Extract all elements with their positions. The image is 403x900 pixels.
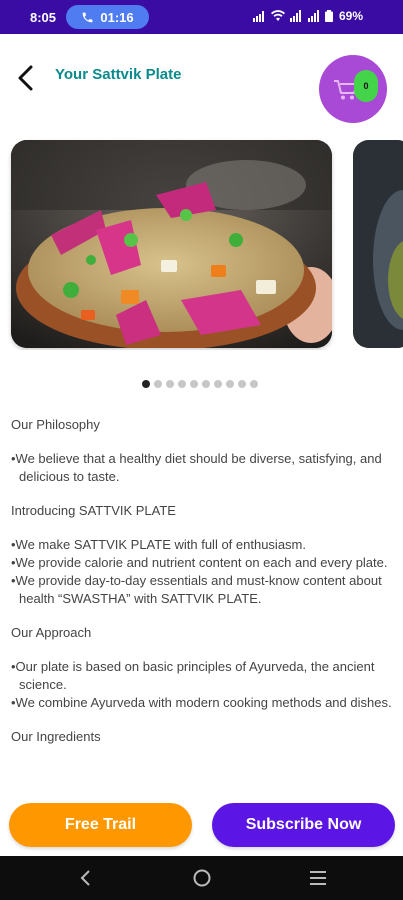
status-time: 8:05: [30, 10, 57, 25]
image-carousel[interactable]: [0, 138, 403, 350]
carousel-indicator: [142, 380, 258, 388]
ongoing-call-pill[interactable]: 01:16: [66, 5, 149, 29]
next-slide-image: [353, 140, 403, 348]
carousel-dot[interactable]: [238, 380, 246, 388]
description-content: Our Philosophy •We believe that a health…: [11, 416, 393, 762]
free-trail-button[interactable]: Free Trail: [9, 803, 192, 847]
intro-heading: Introducing SATTVIK PLATE: [11, 503, 176, 518]
carousel-dot[interactable]: [226, 380, 234, 388]
approach-list: •Our plate is based on basic principles …: [11, 658, 393, 712]
battery-percent: 69%: [338, 9, 363, 23]
food-bowl-image: [11, 140, 332, 348]
signal-icon: [252, 11, 264, 22]
carousel-dot[interactable]: [142, 380, 150, 388]
intro-list: •We make SATTVIK PLATE with full of enth…: [11, 536, 393, 608]
cart-count-badge: 0: [354, 70, 378, 102]
nav-back-icon[interactable]: [76, 868, 96, 888]
back-button[interactable]: [10, 60, 40, 96]
wifi-icon: [270, 10, 285, 21]
carousel-dot[interactable]: [166, 380, 174, 388]
status-icons: 69%: [252, 9, 363, 23]
list-item: •We provide calorie and nutrient content…: [11, 555, 388, 570]
list-item: •We believe that a healthy diet should b…: [11, 451, 382, 484]
philosophy-list: •We believe that a healthy diet should b…: [11, 450, 393, 486]
ingredients-heading: Our Ingredients: [11, 729, 101, 744]
list-item: •We provide day-to-day essentials and mu…: [11, 573, 382, 606]
carousel-dot[interactable]: [190, 380, 198, 388]
philosophy-heading: Our Philosophy: [11, 417, 100, 432]
carousel-slide-next[interactable]: [353, 140, 403, 348]
phone-icon: [83, 12, 93, 22]
nav-home-icon[interactable]: [192, 868, 212, 888]
carousel-dot[interactable]: [214, 380, 222, 388]
signal-icon-3: [307, 10, 319, 22]
carousel-dot[interactable]: [202, 380, 210, 388]
call-duration: 01:16: [100, 9, 134, 25]
approach-heading: Our Approach: [11, 625, 92, 640]
carousel-dot[interactable]: [178, 380, 186, 388]
system-nav-bar: [0, 856, 403, 900]
signal-icon-2: [289, 10, 301, 22]
list-item: •We make SATTVIK PLATE with full of enth…: [11, 537, 306, 552]
list-item: •Our plate is based on basic principles …: [11, 659, 375, 692]
list-item: •We combine Ayurveda with modern cooking…: [11, 695, 392, 710]
nav-recents-icon[interactable]: [307, 869, 329, 887]
carousel-dot[interactable]: [154, 380, 162, 388]
back-arrow-icon: [18, 65, 33, 91]
subscribe-now-button[interactable]: Subscribe Now: [212, 803, 395, 847]
status-bar: 8:05 01:16 69%: [0, 0, 403, 34]
page-title: Your Sattvik Plate: [55, 66, 182, 83]
carousel-dot[interactable]: [250, 380, 258, 388]
battery-icon: [324, 10, 333, 22]
cart-button[interactable]: 0: [319, 55, 387, 123]
carousel-slide-food-bowl[interactable]: [11, 140, 332, 348]
